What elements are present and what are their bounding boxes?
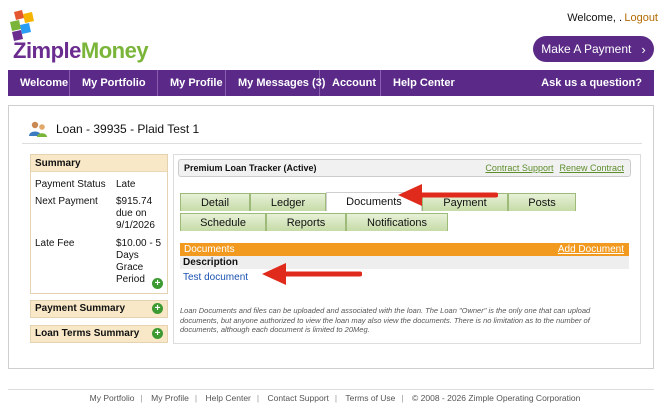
summary-label: Late Fee bbox=[35, 238, 75, 249]
annotation-arrow-icon bbox=[262, 263, 362, 285]
logo-text-zimple: Zimple bbox=[13, 38, 81, 63]
summary-row-payment-status: Payment Status Late bbox=[35, 179, 135, 190]
annotation-arrow-icon bbox=[398, 184, 498, 206]
make-payment-label: Make A Payment bbox=[541, 42, 632, 56]
tab-ledger[interactable]: Ledger bbox=[250, 193, 326, 211]
footer-link-my-portfolio[interactable]: My Portfolio bbox=[90, 393, 135, 403]
welcome-text: Welcome, . bbox=[567, 12, 622, 24]
summary-label: Payment Status bbox=[35, 179, 106, 190]
summary-value: $915.74 due on 9/1/2026 bbox=[116, 196, 155, 231]
footer-link-help-center[interactable]: Help Center bbox=[206, 393, 251, 403]
loan-header: Loan - 39935 - Plaid Test 1 bbox=[22, 114, 642, 144]
footer-link-my-profile[interactable]: My Profile bbox=[151, 393, 189, 403]
summary-box: Summary Payment Status Late Next Payment… bbox=[30, 154, 168, 294]
nav-account[interactable]: Account bbox=[320, 70, 381, 96]
summary-heading: Summary bbox=[31, 155, 167, 172]
nav-help-center[interactable]: Help Center bbox=[381, 70, 461, 96]
loan-terms-summary-toggle[interactable]: Loan Terms Summary + bbox=[30, 325, 168, 343]
footer-link-terms-of-use[interactable]: Terms of Use bbox=[345, 393, 395, 403]
tab-detail[interactable]: Detail bbox=[180, 193, 250, 211]
footer-separator: | bbox=[194, 393, 198, 403]
footer-separator: | bbox=[401, 393, 404, 403]
footer-separator: | bbox=[256, 393, 260, 403]
renew-contract-link[interactable]: Renew Contract bbox=[559, 163, 624, 173]
tab-posts[interactable]: Posts bbox=[508, 193, 576, 211]
footer-copyright: © 2008 - 2026 Zimple Operating Corporati… bbox=[412, 393, 581, 403]
loan-panel: Loan - 39935 - Plaid Test 1 Summary Paym… bbox=[8, 105, 654, 369]
footer-link-contact-support[interactable]: Contact Support bbox=[267, 393, 328, 403]
logout-link[interactable]: Logout bbox=[624, 12, 658, 24]
document-link[interactable]: Test document bbox=[180, 272, 629, 283]
logo-text-money: Money bbox=[80, 38, 149, 63]
tracker-title: Premium Loan Tracker (Active) bbox=[184, 163, 317, 173]
add-document-link[interactable]: Add Document bbox=[558, 243, 624, 256]
tab-reports[interactable]: Reports bbox=[266, 213, 346, 231]
footer-separator: | bbox=[334, 393, 338, 403]
summary-expand-plus-icon[interactable]: + bbox=[152, 278, 163, 289]
nav-my-portfolio[interactable]: My Portfolio bbox=[70, 70, 158, 96]
summary-row-next-payment: Next Payment $915.74 due on 9/1/2026 bbox=[35, 196, 155, 231]
summary-label: Next Payment bbox=[35, 196, 98, 207]
documents-info-note: Loan Documents and files can be uploaded… bbox=[180, 306, 591, 334]
users-icon bbox=[29, 121, 47, 137]
plus-icon[interactable]: + bbox=[152, 328, 163, 339]
summary-row-late-fee: Late Fee $10.00 - 5 Days Grace Period bbox=[35, 238, 161, 285]
header: ZimpleMoney Welcome, . Logout Make A Pay… bbox=[0, 0, 670, 68]
footer-divider bbox=[8, 389, 654, 390]
tab-notifications[interactable]: Notifications bbox=[346, 213, 448, 231]
loan-terms-summary-label: Loan Terms Summary bbox=[35, 328, 140, 339]
nav-my-messages[interactable]: My Messages (3) bbox=[226, 70, 325, 96]
contract-support-link[interactable]: Contract Support bbox=[485, 163, 553, 173]
main-nav: Welcome My Portfolio My Profile My Messa… bbox=[8, 70, 654, 96]
footer-separator: | bbox=[140, 393, 143, 403]
plus-icon[interactable]: + bbox=[152, 303, 163, 314]
nav-my-profile[interactable]: My Profile bbox=[158, 70, 226, 96]
logo[interactable]: ZimpleMoney bbox=[13, 38, 149, 64]
summary-value: Late bbox=[116, 179, 136, 190]
payment-summary-label: Payment Summary bbox=[35, 303, 126, 314]
documents-header: Documents Add Document bbox=[180, 243, 629, 256]
chevron-right-icon: › bbox=[641, 41, 646, 57]
nav-welcome[interactable]: Welcome bbox=[8, 70, 70, 96]
nav-ask-question[interactable]: Ask us a question? bbox=[541, 77, 654, 89]
loan-title: Loan - 39935 - Plaid Test 1 bbox=[56, 121, 200, 136]
footer: My Portfolio | My Profile | Help Center | C… bbox=[0, 393, 670, 403]
tab-schedule[interactable]: Schedule bbox=[180, 213, 266, 231]
payment-summary-toggle[interactable]: Payment Summary + bbox=[30, 300, 168, 318]
description-column-header: Description bbox=[180, 256, 629, 269]
loan-tracker-bar: Premium Loan Tracker (Active) Contract S… bbox=[178, 159, 631, 177]
documents-heading: Documents bbox=[184, 244, 235, 255]
make-payment-button[interactable]: Make A Payment › bbox=[533, 36, 654, 62]
